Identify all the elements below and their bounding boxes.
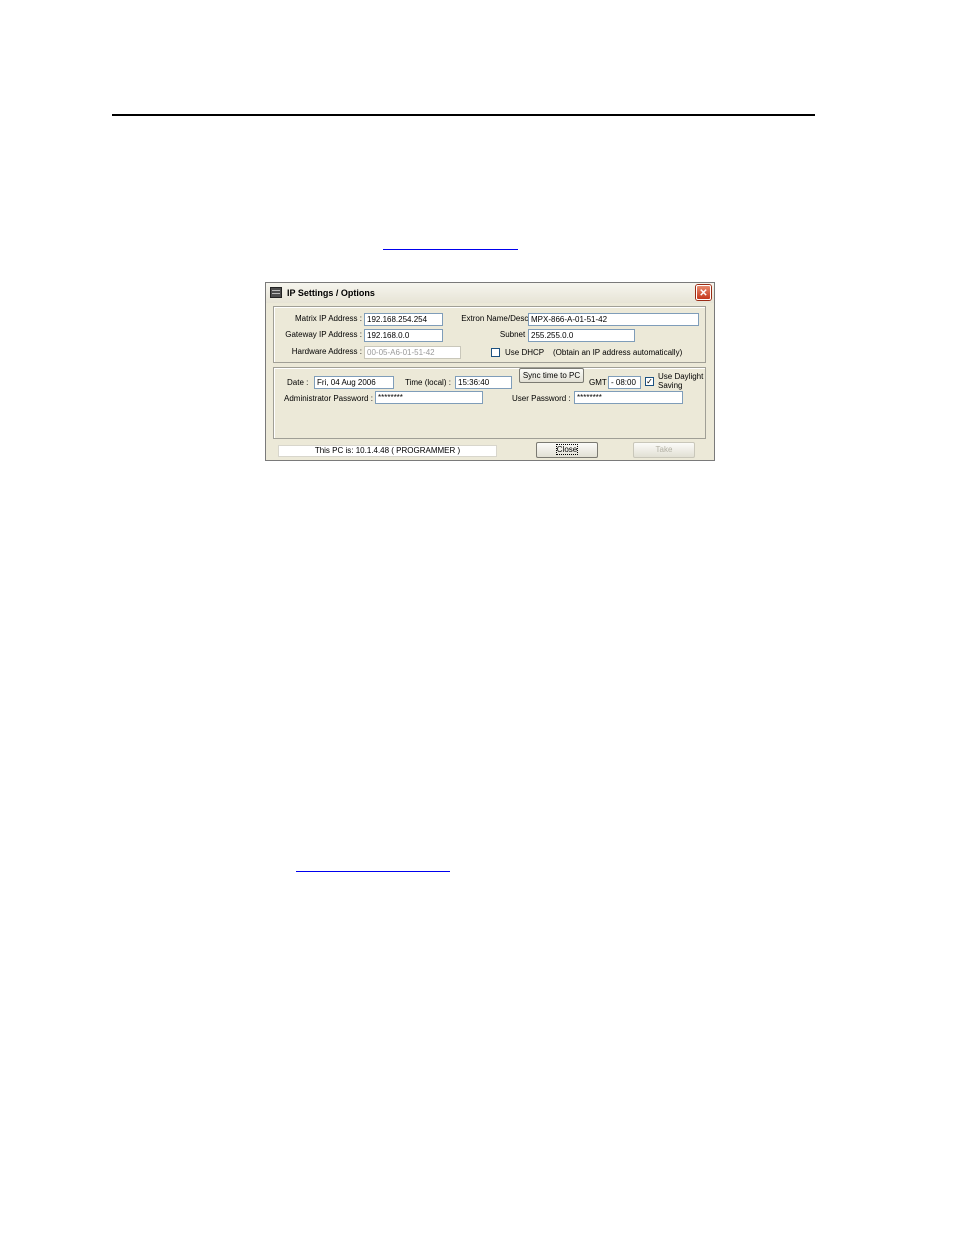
admin-password-label: Administrator Password : [284, 394, 373, 403]
user-password-input[interactable]: ******** [574, 391, 683, 404]
close-button[interactable]: Close [536, 442, 598, 458]
take-button-label: Take [655, 445, 673, 454]
matrix-ip-input[interactable]: 192.168.254.254 [364, 313, 443, 326]
network-settings-group: Matrix IP Address : 192.168.254.254 Gate… [273, 306, 706, 363]
matrix-ip-label: Matrix IP Address : [295, 314, 362, 323]
use-dhcp-label: Use DHCP [505, 348, 545, 357]
hardware-address-label: Hardware Address : [291, 347, 362, 356]
gateway-ip-label: Gateway IP Address : [285, 330, 362, 339]
sync-time-to-pc-button[interactable]: Sync time to PC [519, 368, 584, 383]
hyperlink-underline-2[interactable] [296, 871, 450, 872]
sync-time-label: Sync time to PC [522, 371, 581, 380]
time-password-group: Date : Fri, 04 Aug 2006 Time (local) : 1… [273, 367, 706, 439]
time-local-input[interactable]: 15:36:40 [455, 376, 512, 389]
gmt-label: GMT [589, 378, 607, 387]
pc-status-text: This PC is: 10.1.4.48 ( PROGRAMMER ) [278, 445, 497, 457]
gmt-offset-input[interactable]: - 08:00 [608, 376, 641, 389]
page-header-rule [112, 114, 815, 116]
gateway-ip-input[interactable]: 192.168.0.0 [364, 329, 443, 342]
date-label: Date : [287, 378, 309, 387]
use-dhcp-checkbox[interactable] [491, 348, 500, 357]
user-password-label: User Password : [512, 394, 571, 403]
hardware-address-input: 00-05-A6-01-51-42 [364, 346, 461, 359]
dialog-titlebar[interactable]: IP Settings / Options ✕ [266, 283, 714, 303]
take-button: Take [633, 442, 695, 458]
time-local-label: Time (local) : [405, 378, 451, 387]
ip-settings-dialog: IP Settings / Options ✕ Matrix IP Addres… [265, 282, 715, 461]
close-button-label: Close [555, 444, 579, 455]
date-input[interactable]: Fri, 04 Aug 2006 [314, 376, 394, 389]
close-icon[interactable]: ✕ [696, 285, 711, 300]
daylight-label-line2: Saving [658, 381, 683, 390]
extron-name-input[interactable]: MPX-866-A-01-51-42 [528, 313, 699, 326]
dialog-title: IP Settings / Options [287, 288, 375, 298]
use-daylight-saving-checkbox[interactable]: ✓ [645, 377, 654, 386]
app-icon [270, 287, 282, 298]
subnet-mask-input[interactable]: 255.255.0.0 [528, 329, 635, 342]
admin-password-input[interactable]: ******** [375, 391, 483, 404]
dhcp-note: (Obtain an IP address automatically) [553, 348, 683, 357]
hyperlink-underline[interactable] [383, 249, 518, 250]
